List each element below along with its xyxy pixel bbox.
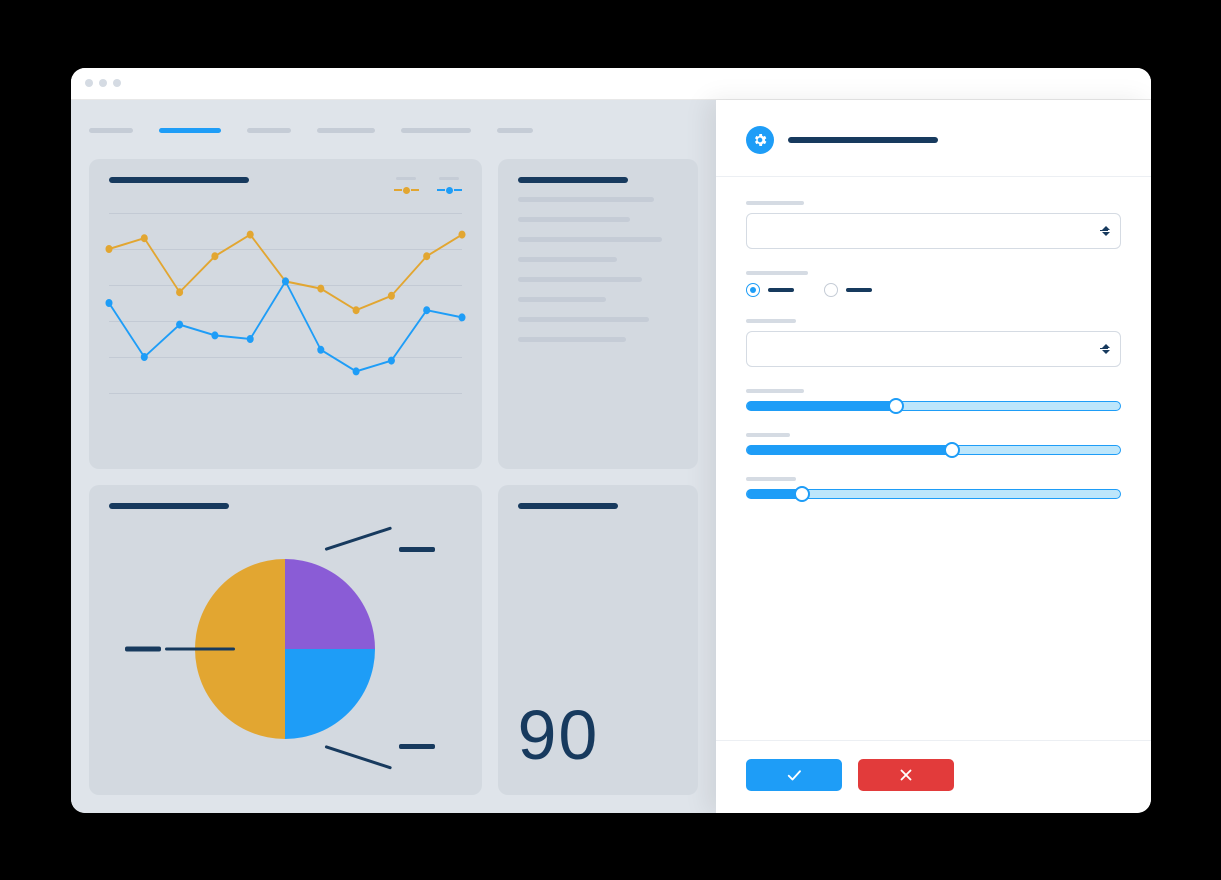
pie-chart-card [89, 485, 482, 795]
select-group-1 [746, 201, 1121, 249]
select-2-label [746, 319, 796, 323]
line-chart-card [89, 159, 482, 469]
legend-label-b [439, 177, 459, 180]
pie-label-purple [325, 547, 435, 552]
window-close-dot[interactable] [85, 79, 93, 87]
cancel-button[interactable] [858, 759, 954, 791]
select-1[interactable] [746, 213, 1121, 249]
slider-3-label [746, 477, 796, 481]
pie-chart-area [109, 523, 462, 775]
list-item [518, 337, 627, 342]
gear-icon [746, 126, 774, 154]
nav-item-5[interactable] [497, 128, 533, 133]
side-list-title [518, 177, 628, 183]
window-titlebar [71, 68, 1151, 100]
settings-panel [716, 100, 1151, 813]
radio-option-2[interactable] [824, 283, 872, 297]
check-icon [785, 766, 803, 784]
nav-item-1[interactable] [159, 128, 221, 133]
panel-title [788, 137, 938, 143]
slider-3[interactable] [746, 489, 1121, 499]
main-dashboard: 90 [71, 100, 716, 813]
list-item [518, 257, 617, 262]
slider-1-label [746, 389, 804, 393]
line-chart-title [109, 177, 249, 183]
close-icon [897, 766, 915, 784]
slider-group-1 [746, 389, 1121, 411]
metric-value: 90 [518, 695, 600, 775]
legend-item-b [437, 177, 462, 194]
legend-label-a [396, 177, 416, 180]
nav-item-3[interactable] [317, 128, 375, 133]
card-grid: 90 [89, 159, 698, 795]
panel-header [716, 100, 1151, 177]
slider-2-label [746, 433, 790, 437]
list-item [518, 317, 649, 322]
nav-item-4[interactable] [401, 128, 471, 133]
nav-item-2[interactable] [247, 128, 291, 133]
window-zoom-dot[interactable] [113, 79, 121, 87]
radio-2-label [846, 288, 872, 292]
radio-option-1[interactable] [746, 283, 794, 297]
select-1-label [746, 201, 804, 205]
slider-1[interactable] [746, 401, 1121, 411]
pie-label-blue [325, 744, 435, 749]
list-item [518, 277, 643, 282]
top-nav [89, 122, 698, 143]
pie-chart-title [109, 503, 229, 509]
line-chart-legend [394, 177, 462, 194]
pie-label-orange [125, 646, 235, 651]
list-item [518, 197, 654, 202]
slider-2[interactable] [746, 445, 1121, 455]
panel-footer [716, 740, 1151, 813]
app-window: 90 [71, 68, 1151, 813]
content-area: 90 [71, 100, 1151, 813]
panel-body [716, 177, 1151, 740]
line-chart-area [109, 213, 462, 393]
list-item [518, 237, 662, 242]
select-group-2 [746, 319, 1121, 367]
window-minimize-dot[interactable] [99, 79, 107, 87]
list-item [518, 217, 630, 222]
slider-group-3 [746, 477, 1121, 499]
slider-group-2 [746, 433, 1121, 455]
side-list-rows [518, 197, 678, 342]
radio-1-label [768, 288, 794, 292]
legend-item-a [394, 177, 419, 194]
radio-group-label [746, 271, 808, 275]
radio-group [746, 271, 1121, 297]
metric-card: 90 [498, 485, 698, 795]
side-list-card [498, 159, 698, 469]
confirm-button[interactable] [746, 759, 842, 791]
list-item [518, 297, 606, 302]
nav-item-0[interactable] [89, 128, 133, 133]
metric-title [518, 503, 618, 509]
select-2[interactable] [746, 331, 1121, 367]
